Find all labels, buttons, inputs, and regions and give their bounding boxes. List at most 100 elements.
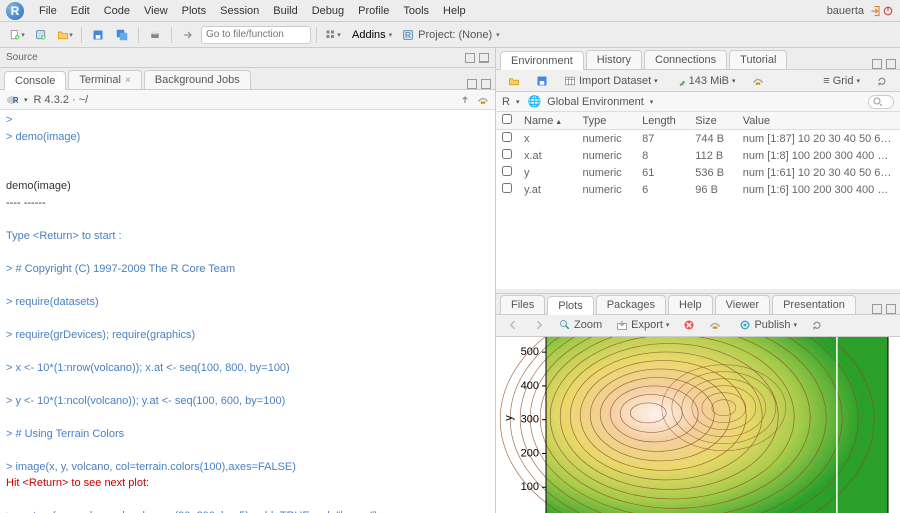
plot-canvas: Maunga Whau Volcano100200300400500600700… <box>496 337 900 513</box>
menu-help[interactable]: Help <box>436 5 473 17</box>
svg-text:500: 500 <box>521 346 539 358</box>
env-max-icon[interactable] <box>886 59 896 69</box>
console-max-icon[interactable] <box>481 79 491 89</box>
publish-button[interactable]: Publish ▾ <box>734 318 802 332</box>
tab-tutorial[interactable]: Tutorial <box>729 50 787 69</box>
plots-max-icon[interactable] <box>886 304 896 314</box>
tab-plots[interactable]: Plots <box>547 296 593 315</box>
sign-out-icon[interactable] <box>870 5 882 17</box>
tab-files[interactable]: Files <box>500 295 545 314</box>
plots-tabs: FilesPlotsPackagesHelpViewerPresentation <box>496 293 900 315</box>
clear-plots-button[interactable] <box>704 318 726 332</box>
tab-viewer[interactable]: Viewer <box>715 295 770 314</box>
col-size[interactable]: Size <box>689 112 736 130</box>
table-row[interactable]: x.atnumeric8112 Bnum [1:8] 100 200 300 4… <box>496 147 900 164</box>
env-toolbar: Import Dataset ▾ 143 MiB ▾ ≡ Grid ▾ <box>496 70 900 92</box>
plot-prev-button[interactable] <box>502 318 524 332</box>
user-label: bauerta <box>821 5 870 17</box>
save-all-button[interactable] <box>111 25 133 45</box>
volcano-chart: Maunga Whau Volcano100200300400500600700… <box>498 337 898 513</box>
env-search-input[interactable] <box>868 95 894 109</box>
zoom-button[interactable]: Zoom <box>554 318 607 332</box>
tab-connections[interactable]: Connections <box>644 50 727 69</box>
col-length[interactable]: Length <box>636 112 689 130</box>
r-version: R 4.3.2 · ~/ <box>34 94 89 106</box>
svg-text:R: R <box>405 31 411 40</box>
import-dataset-button[interactable]: Import Dataset ▾ <box>558 74 664 88</box>
power-icon[interactable] <box>882 5 894 17</box>
svg-text:400: 400 <box>521 380 539 392</box>
project-dropdown[interactable]: R Project: (None)▾ <box>402 29 500 41</box>
table-row[interactable]: ynumeric61536 Bnum [1:61] 10 20 30 40 50… <box>496 164 900 181</box>
menu-edit[interactable]: Edit <box>64 5 97 17</box>
up-arrow-icon[interactable] <box>459 94 471 106</box>
tab-presentation[interactable]: Presentation <box>772 295 856 314</box>
row-checkbox[interactable] <box>502 183 512 193</box>
col-name[interactable]: Name ▲ <box>518 112 577 130</box>
clear-console-icon[interactable] <box>477 94 489 106</box>
table-row[interactable]: xnumeric87744 Bnum [1:87] 10 20 30 40 50… <box>496 130 900 148</box>
menu-view[interactable]: View <box>137 5 175 17</box>
goto-button[interactable] <box>177 25 199 45</box>
menu-session[interactable]: Session <box>213 5 266 17</box>
minimize-icon[interactable] <box>465 53 475 63</box>
print-button[interactable] <box>144 25 166 45</box>
svg-text:100: 100 <box>521 481 539 493</box>
tab-environment[interactable]: Environment <box>500 51 584 70</box>
view-mode-dropdown[interactable]: ≡ Grid ▾ <box>817 74 866 88</box>
new-file-button[interactable]: ▾ <box>6 25 28 45</box>
close-icon[interactable]: × <box>125 75 131 86</box>
tab-console[interactable]: Console <box>4 71 66 90</box>
goto-input[interactable] <box>201 26 311 44</box>
tab-packages[interactable]: Packages <box>596 295 666 314</box>
row-checkbox[interactable] <box>502 149 512 159</box>
maximize-icon[interactable] <box>479 53 489 63</box>
plots-min-icon[interactable] <box>872 304 882 314</box>
refresh-env-button[interactable] <box>870 74 894 88</box>
grid-icon[interactable]: ▾ <box>322 25 344 45</box>
tab-history[interactable]: History <box>586 50 642 69</box>
menu-code[interactable]: Code <box>97 5 137 17</box>
menu-build[interactable]: Build <box>266 5 304 17</box>
r-scope-label[interactable]: R <box>502 96 510 108</box>
r-lang-icon: R <box>6 94 18 106</box>
tab-background-jobs[interactable]: Background Jobs <box>144 70 251 89</box>
refresh-plot-button[interactable] <box>806 318 828 332</box>
menu-profile[interactable]: Profile <box>351 5 396 17</box>
load-workspace-button[interactable] <box>502 74 526 88</box>
col-type[interactable]: Type <box>577 112 637 130</box>
console-min-icon[interactable] <box>467 79 477 89</box>
row-checkbox[interactable] <box>502 166 512 176</box>
source-pane-header: Source <box>0 48 495 68</box>
open-file-button[interactable]: ▾ <box>54 25 76 45</box>
row-checkbox[interactable] <box>502 132 512 142</box>
new-project-button[interactable] <box>30 25 52 45</box>
select-all-checkbox[interactable] <box>502 114 512 124</box>
col-value[interactable]: Value <box>737 112 900 130</box>
menu-plots[interactable]: Plots <box>175 5 213 17</box>
main-toolbar: ▾ ▾ ▾ Addins▾ R Project: (None)▾ <box>0 22 900 48</box>
remove-plot-button[interactable] <box>678 318 700 332</box>
save-workspace-button[interactable] <box>530 74 554 88</box>
clear-env-button[interactable] <box>746 74 770 88</box>
scope-dropdown[interactable]: Global Environment <box>547 96 644 108</box>
console-output[interactable]: > > demo(image) demo(image) ---- ------ … <box>0 110 495 513</box>
table-row[interactable]: y.atnumeric696 Bnum [1:6] 100 200 300 40… <box>496 181 900 198</box>
menubar: R FileEditCodeViewPlotsSessionBuildDebug… <box>0 0 900 22</box>
addins-dropdown[interactable]: Addins▾ <box>346 29 398 41</box>
plot-next-button[interactable] <box>528 318 550 332</box>
svg-text:R: R <box>13 96 18 105</box>
tab-help[interactable]: Help <box>668 295 713 314</box>
export-button[interactable]: Export ▾ <box>611 318 674 332</box>
env-min-icon[interactable] <box>872 59 882 69</box>
svg-text:200: 200 <box>521 447 539 459</box>
tab-terminal[interactable]: Terminal× <box>68 70 141 89</box>
menu-tools[interactable]: Tools <box>396 5 436 17</box>
menu-file[interactable]: File <box>32 5 64 17</box>
menu-debug[interactable]: Debug <box>305 5 351 17</box>
memory-indicator[interactable]: 143 MiB ▾ <box>668 74 742 88</box>
env-tabs: EnvironmentHistoryConnectionsTutorial <box>496 48 900 70</box>
save-button[interactable] <box>87 25 109 45</box>
plot-toolbar: Zoom Export ▾ Publish ▾ <box>496 315 900 337</box>
project-icon: R <box>402 29 414 41</box>
